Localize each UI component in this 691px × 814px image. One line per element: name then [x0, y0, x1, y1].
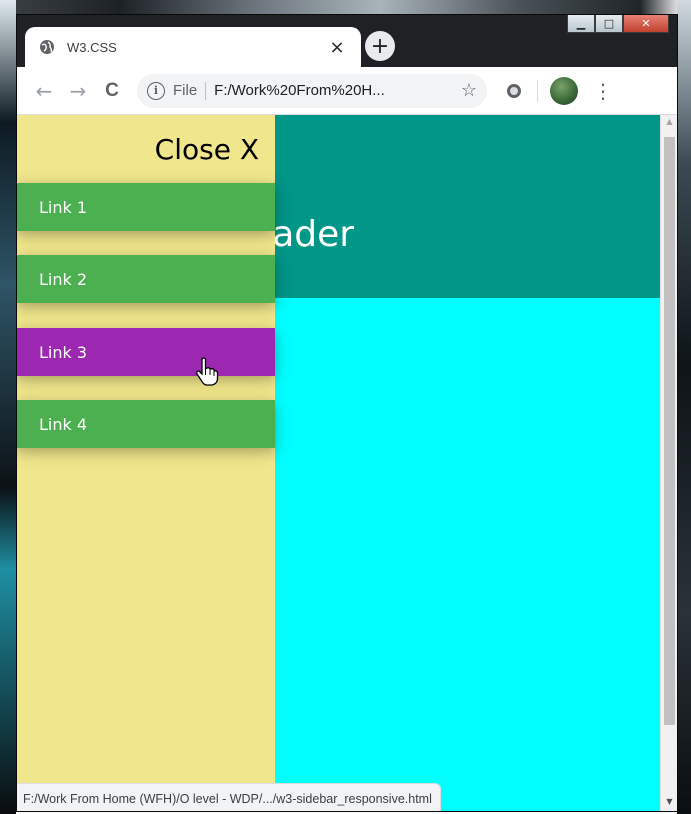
address-bar[interactable]: i File F:/Work%20From%20H... ☆	[137, 73, 487, 108]
hand-cursor-icon	[196, 357, 219, 386]
vertical-scrollbar[interactable]: ▲ ▼	[660, 115, 677, 811]
extension-icon[interactable]	[497, 74, 531, 108]
page-viewport: Header Close X Link 1 Link 2 Link 3 Link…	[17, 115, 677, 811]
sidebar-link-4[interactable]: Link 4	[17, 400, 275, 448]
minimize-button[interactable]: ▁	[567, 15, 595, 33]
profile-avatar[interactable]	[550, 76, 578, 105]
file-scheme-label: File	[173, 82, 198, 99]
sidebar-link-2[interactable]: Link 2	[17, 255, 275, 303]
tab-close-icon[interactable]: ×	[327, 37, 347, 58]
sidebar-link-3[interactable]: Link 3	[17, 328, 275, 376]
browser-window: W3.CSS × + ▁ □ ✕ ← → C i File F:/Work%20…	[16, 14, 678, 812]
sidebar: Close X Link 1 Link 2 Link 3 Link 4	[17, 115, 275, 811]
tab-strip: W3.CSS × + ▁ □ ✕	[17, 15, 677, 67]
browser-tab[interactable]: W3.CSS ×	[25, 27, 361, 67]
bookmark-star-icon[interactable]: ☆	[461, 80, 477, 101]
scroll-down-arrow-icon[interactable]: ▼	[661, 797, 677, 811]
scrollbar-thumb[interactable]	[664, 137, 675, 725]
sidebar-link-1[interactable]: Link 1	[17, 183, 275, 231]
desktop-background-left	[0, 0, 16, 814]
menu-dots-icon[interactable]: ⋮	[588, 74, 618, 108]
back-arrow-icon[interactable]: ←	[27, 74, 61, 108]
status-bubble: F:/Work From Home (WFH)/O level - WDP/..…	[17, 783, 441, 811]
forward-arrow-icon[interactable]: →	[61, 74, 95, 108]
close-window-button[interactable]: ✕	[623, 15, 669, 33]
browser-toolbar: ← → C i File F:/Work%20From%20H... ☆ ⋮	[17, 67, 677, 115]
globe-icon	[40, 40, 54, 54]
reload-icon[interactable]: C	[95, 74, 129, 108]
info-icon[interactable]: i	[147, 81, 165, 100]
desktop-background-right	[677, 0, 691, 814]
extension-ring-icon	[507, 83, 521, 98]
url-text[interactable]: F:/Work%20From%20H...	[214, 82, 457, 99]
window-caption-buttons: ▁ □ ✕	[567, 15, 669, 33]
sidebar-close-button[interactable]: Close X	[155, 133, 259, 166]
address-separator	[205, 81, 207, 100]
scroll-up-arrow-icon[interactable]: ▲	[661, 117, 677, 131]
toolbar-separator	[537, 79, 538, 102]
new-tab-button[interactable]: +	[365, 31, 395, 61]
screenshot-stage: W3.CSS × + ▁ □ ✕ ← → C i File F:/Work%20…	[0, 0, 691, 814]
tab-title: W3.CSS	[67, 39, 117, 55]
maximize-button[interactable]: □	[595, 15, 623, 33]
